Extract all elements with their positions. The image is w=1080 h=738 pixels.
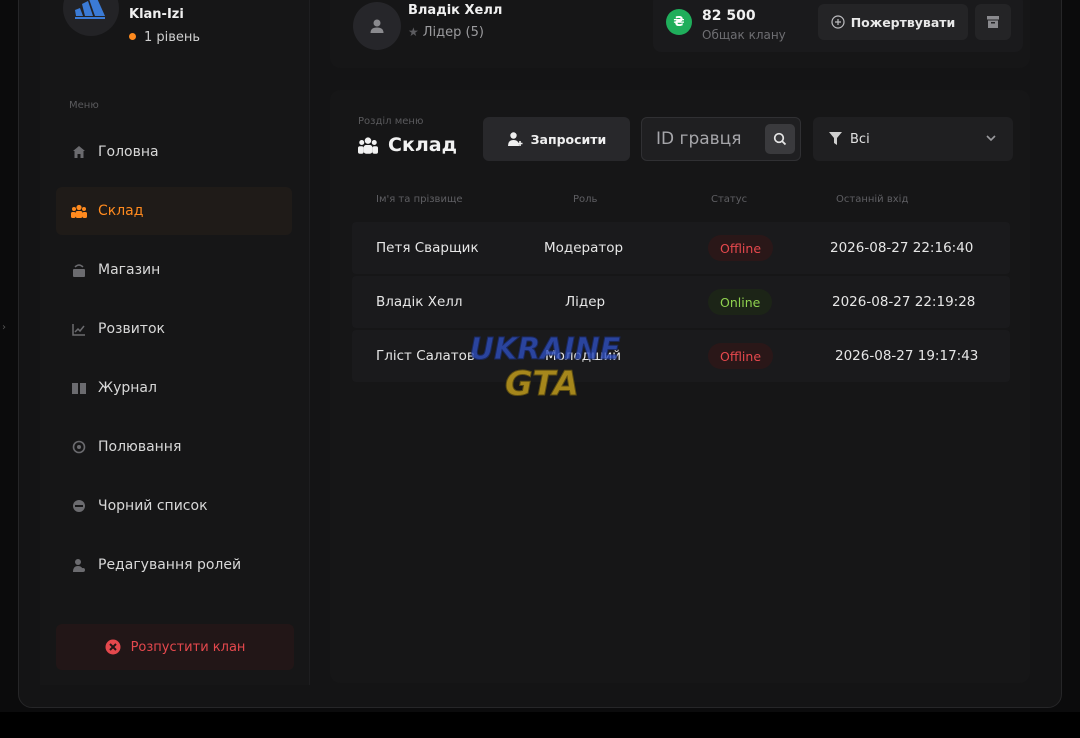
status-badge: Online: [708, 289, 773, 315]
star-icon: ★: [408, 25, 419, 39]
sidebar: Klan-Izi 1 рівень Меню Головна Склад Маг…: [40, 0, 310, 685]
sidebar-item-development[interactable]: Розвиток: [56, 305, 292, 353]
sidebar-item-label: Головна: [98, 144, 159, 160]
avatar[interactable]: [353, 2, 401, 50]
sidebar-item-blacklist[interactable]: Чорний список: [56, 482, 292, 530]
member-last-login: 2026-08-27 22:19:28: [832, 294, 976, 310]
member-last-login: 2026-08-27 22:16:40: [830, 240, 974, 256]
shop-icon: [70, 261, 88, 279]
sidebar-item-label: Чорний список: [98, 498, 208, 514]
disband-clan-button[interactable]: Розпустити клан: [56, 624, 294, 670]
storage-button[interactable]: [975, 4, 1011, 40]
invite-label: Запросити: [530, 131, 607, 147]
user-icon: [370, 19, 384, 33]
table-row[interactable]: Петя Сварщик Модератор Offline 2026-08-2…: [352, 222, 1010, 274]
box-icon: [987, 16, 999, 28]
disband-clan-label: Розпустити клан: [130, 639, 246, 655]
sidebar-item-label: Редагування ролей: [98, 557, 242, 573]
member-role: Лідер: [565, 294, 606, 310]
home-icon: [70, 143, 88, 161]
chevron-down-icon: [985, 132, 997, 144]
status-badge: Offline: [708, 343, 774, 369]
section-caption: Розділ меню: [358, 116, 424, 127]
block-icon: [70, 497, 88, 515]
add-user-icon: [507, 131, 523, 147]
sidebar-item-label: Склад: [98, 203, 144, 219]
search-button[interactable]: [765, 124, 795, 154]
user-name: Владік Хелл: [408, 3, 503, 18]
donate-button[interactable]: Пожертвувати: [818, 4, 968, 40]
column-header-last-login: Останній вхід: [836, 194, 909, 205]
table-row[interactable]: Гліст Салатов Молодший Offline 2026-08-2…: [352, 330, 1010, 382]
page-title: Склад: [358, 134, 457, 156]
member-role: Молодший: [545, 348, 622, 364]
filter-value: Всі: [850, 131, 870, 147]
top-header: Владік Хелл ★ Лідер (5) ₴ 82 500 Общак кл…: [330, 0, 1030, 68]
balance-label: Общак клану: [702, 28, 786, 42]
clan-level-text: 1 рівень: [144, 30, 201, 45]
role-icon: [70, 556, 88, 574]
invite-button[interactable]: Запросити: [483, 117, 630, 161]
sidebar-item-label: Розвиток: [98, 321, 165, 337]
member-name: Гліст Салатов: [376, 348, 475, 364]
chart-icon: [70, 320, 88, 338]
sidebar-item-shop[interactable]: Магазин: [56, 246, 292, 294]
filter-icon: [829, 132, 842, 146]
menu-caption: Меню: [69, 100, 99, 111]
sidebar-item-label: Магазин: [98, 262, 161, 278]
sidebar-item-home[interactable]: Головна: [56, 128, 292, 176]
clan-balance: ₴ 82 500 Общак клану Пожертвувати: [653, 0, 1023, 52]
edge-arrow-icon: ›: [2, 322, 6, 333]
sidebar-item-stock[interactable]: Склад: [56, 187, 292, 235]
member-name: Петя Сварщик: [376, 240, 479, 256]
search-box: [641, 117, 801, 161]
column-header-status: Статус: [711, 194, 748, 205]
users-icon: [358, 136, 378, 154]
sidebar-item-journal[interactable]: Журнал: [56, 364, 292, 412]
search-input[interactable]: [642, 118, 762, 160]
sidebar-item-label: Полювання: [98, 439, 182, 455]
column-header-name: Ім'я та прізвище: [376, 194, 463, 205]
main-panel: Розділ меню Склад Запросити Всі Ім'я та …: [330, 90, 1030, 683]
clan-logo: [63, 0, 119, 36]
users-icon: [70, 202, 88, 220]
table-row[interactable]: Владік Хелл Лідер Online 2026-08-27 22:1…: [352, 276, 1010, 328]
status-filter-select[interactable]: Всі: [813, 117, 1013, 161]
sidebar-item-hunting[interactable]: Полювання: [56, 423, 292, 471]
close-circle-icon: [105, 639, 121, 655]
clan-logo-icon: [75, 0, 105, 19]
clan-name: Klan-Izi: [129, 7, 184, 22]
sidebar-item-label: Журнал: [98, 380, 157, 396]
book-icon: [70, 379, 88, 397]
clan-level: 1 рівень: [129, 30, 200, 45]
balance-amount: 82 500: [702, 8, 756, 24]
level-dot-icon: [129, 33, 136, 40]
plus-circle-icon: [831, 15, 845, 29]
search-icon: [773, 132, 787, 146]
donate-label: Пожертвувати: [850, 14, 956, 30]
coin-icon: ₴: [666, 9, 692, 35]
member-role: Модератор: [544, 240, 624, 256]
page-title-text: Склад: [388, 134, 457, 156]
member-name: Владік Хелл: [376, 294, 463, 310]
target-icon: [70, 438, 88, 456]
member-last-login: 2026-08-27 19:17:43: [835, 348, 979, 364]
bottom-bar: [0, 712, 1080, 738]
sidebar-item-edit-roles[interactable]: Редагування ролей: [56, 541, 292, 589]
user-role: ★ Лідер (5): [408, 25, 484, 40]
status-badge: Offline: [708, 235, 774, 261]
column-header-role: Роль: [573, 194, 598, 205]
user-role-text: Лідер (5): [422, 25, 484, 40]
